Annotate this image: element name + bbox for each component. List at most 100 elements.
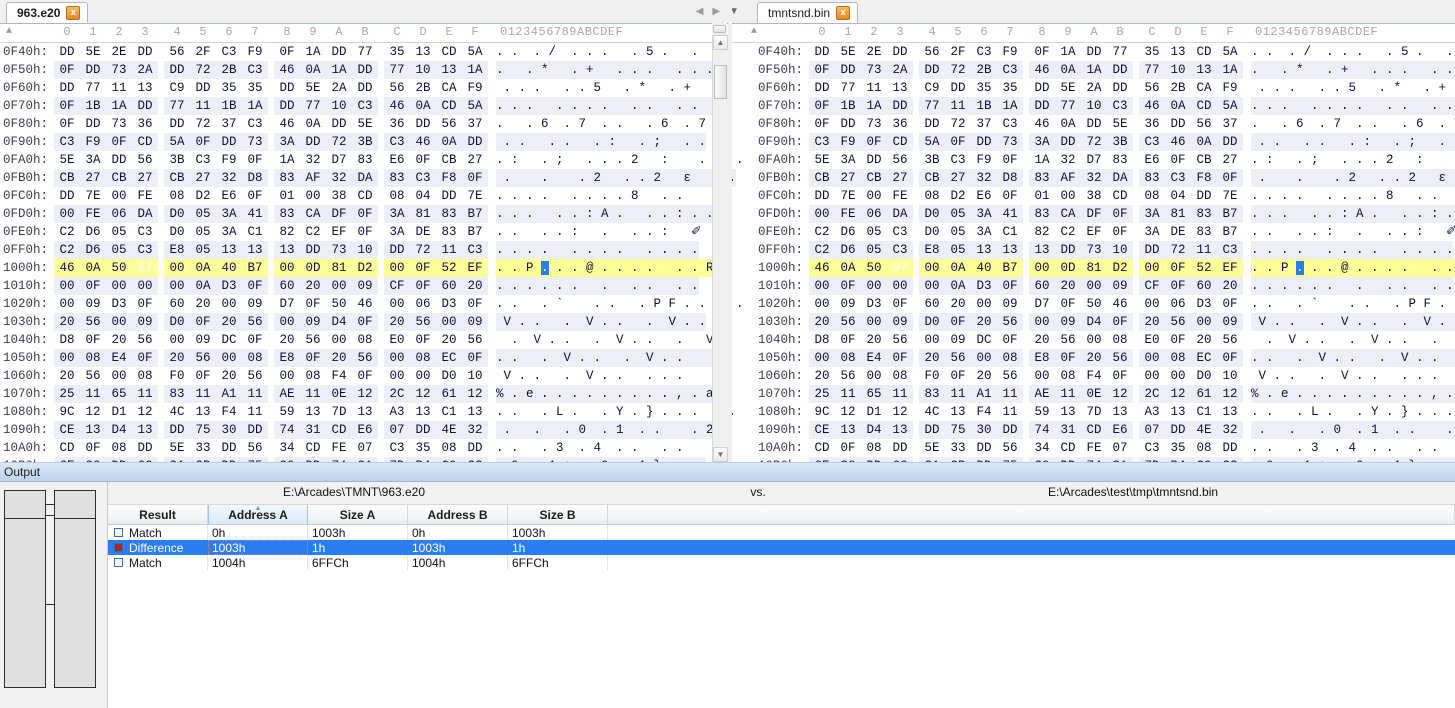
hex-byte[interactable]: B7 xyxy=(1217,205,1243,223)
hex-byte[interactable]: DD xyxy=(1139,241,1165,259)
hex-byte[interactable]: 35 xyxy=(384,43,410,61)
hex-byte[interactable]: 0F xyxy=(300,349,326,367)
hex-byte[interactable]: 46 xyxy=(1165,133,1191,151)
hex-byte[interactable]: 72 xyxy=(190,61,216,79)
hex-byte[interactable]: 50 xyxy=(861,259,887,277)
hex-byte[interactable]: 20 xyxy=(945,295,971,313)
hex-byte[interactable]: D4 xyxy=(326,313,352,331)
hex-byte[interactable]: EF xyxy=(326,223,352,241)
hex-byte[interactable]: 36 xyxy=(132,115,158,133)
hex-row[interactable]: 0F60h: DD 77 11 13 C9 DD 35 35 DD 5E 2A DD 56 2B CA F… xyxy=(0,79,745,97)
hex-byte[interactable]: 27 xyxy=(190,169,216,187)
hex-byte[interactable]: 08 xyxy=(436,439,462,457)
hex-byte[interactable]: C1 xyxy=(1191,403,1217,421)
hex-byte[interactable]: 13 xyxy=(887,79,913,97)
hex-byte[interactable]: 7D xyxy=(1081,403,1107,421)
ascii-cells[interactable]: . . . L . . Y . } . . . . xyxy=(496,403,736,421)
ascii-cells[interactable]: . . . V . . . V . . . xyxy=(1251,349,1455,367)
hex-byte[interactable]: A3 xyxy=(1139,403,1165,421)
hex-byte[interactable]: 75 xyxy=(945,421,971,439)
hex-byte[interactable]: 08 xyxy=(1191,439,1217,457)
hex-byte[interactable]: 35 xyxy=(971,79,997,97)
hex-byte[interactable]: D0 xyxy=(1191,367,1217,385)
hex-byte[interactable]: 0F xyxy=(1055,349,1081,367)
table-row[interactable]: Difference 1003h 1h 1003h 1h xyxy=(108,540,1455,555)
hex-rows-right[interactable]: 0F40h: DD 5E 2E DD 56 2F C3 F9 0F 1A DD 77 35 13 CD 5… xyxy=(745,43,1455,464)
ascii-cells[interactable]: . . . 0 . 1 . . . 2 xyxy=(1251,421,1455,439)
hex-byte[interactable]: EF xyxy=(462,259,488,277)
hex-row[interactable]: 0FF0h: C2 D6 05 C3 E8 05 13 13 13 DD 73 10 DD 72 11 C… xyxy=(0,241,745,259)
hex-byte[interactable]: D0 xyxy=(164,313,190,331)
hex-byte[interactable]: 00 xyxy=(410,367,436,385)
hex-byte[interactable]: 00 xyxy=(861,313,887,331)
hex-byte[interactable]: FE xyxy=(835,205,861,223)
hex-byte[interactable]: DA xyxy=(132,205,158,223)
hex-byte[interactable]: CB xyxy=(809,169,835,187)
hex-byte[interactable]: 0A xyxy=(1165,97,1191,115)
hex-byte[interactable]: 00 xyxy=(1165,367,1191,385)
hex-byte[interactable]: D4 xyxy=(1081,313,1107,331)
hex-byte[interactable]: F9 xyxy=(242,43,268,61)
hex-byte[interactable]: DD xyxy=(54,79,80,97)
hex-byte[interactable]: 56 xyxy=(242,439,268,457)
hex-byte[interactable]: 07 xyxy=(352,439,378,457)
hex-byte[interactable]: 0F xyxy=(887,349,913,367)
vertical-scrollbar-left[interactable]: ▲ ▼ xyxy=(712,35,728,462)
hex-byte[interactable]: 56 xyxy=(384,79,410,97)
hex-row[interactable]: 1060h: 20 56 00 08 F0 0F 20 56 00 08 F4 0F 00 00 D0 1… xyxy=(745,367,1455,385)
hex-byte[interactable]: 0F xyxy=(997,277,1023,295)
hex-byte[interactable]: 05 xyxy=(190,241,216,259)
hex-byte[interactable]: 56 xyxy=(80,367,106,385)
hex-byte[interactable]: 20 xyxy=(54,367,80,385)
hex-byte[interactable]: 32 xyxy=(1055,151,1081,169)
column-header-size-a[interactable]: Size A xyxy=(308,505,408,524)
hex-byte[interactable]: FE xyxy=(887,187,913,205)
hex-byte[interactable]: 46 xyxy=(1139,97,1165,115)
hex-byte[interactable]: C3 xyxy=(887,241,913,259)
hex-byte[interactable]: 73 xyxy=(326,241,352,259)
ascii-cells[interactable]: . . . / . . . . 5 . . xyxy=(496,43,699,61)
hex-byte[interactable]: 08 xyxy=(410,349,436,367)
hex-byte[interactable]: 4C xyxy=(919,403,945,421)
ascii-cells[interactable]: . . P . . . @ . . . . . . R xyxy=(496,259,714,277)
hex-row[interactable]: 1090h: CE 13 D4 13 DD 75 30 DD 74 31 CD E6 07 DD 4E 3… xyxy=(745,421,1455,439)
hex-byte[interactable]: 3A xyxy=(971,223,997,241)
ascii-cells[interactable]: . . . 2 . . 2 ɛ . . xyxy=(1251,169,1455,187)
hex-byte[interactable]: 0F xyxy=(132,295,158,313)
ascii-cells[interactable]: . . . / . . . . 5 . . xyxy=(1251,43,1454,61)
hex-row[interactable]: 0F90h: C3 F9 0F CD 5A 0F DD 73 3A DD 72 3B C3 46 0A D… xyxy=(0,133,745,151)
hex-byte[interactable]: 36 xyxy=(1139,115,1165,133)
hex-row[interactable]: 10A0h: CD 0F 08 DD 5E 33 DD 56 34 CD FE 07 C3 35 08 D… xyxy=(745,439,1455,457)
hex-byte[interactable]: 3A xyxy=(1139,223,1165,241)
hex-byte[interactable]: 2B xyxy=(971,61,997,79)
hex-byte[interactable]: 00 xyxy=(1139,349,1165,367)
hex-byte[interactable]: 00 xyxy=(274,313,300,331)
hex-byte[interactable]: C3 xyxy=(132,223,158,241)
hex-byte[interactable]: 05 xyxy=(861,241,887,259)
hex-byte[interactable]: CD xyxy=(887,133,913,151)
hex-byte[interactable]: DD xyxy=(54,43,80,61)
hex-byte[interactable]: 05 xyxy=(106,241,132,259)
hex-byte[interactable]: C3 xyxy=(242,61,268,79)
hex-byte[interactable]: D0 xyxy=(164,223,190,241)
hex-byte[interactable]: 0F xyxy=(462,169,488,187)
tab-963-e20[interactable]: 963.e20 x xyxy=(6,2,89,23)
hex-byte[interactable]: 0F xyxy=(1217,169,1243,187)
hex-byte[interactable]: DD xyxy=(352,61,378,79)
hex-byte[interactable]: 00 xyxy=(106,277,132,295)
ascii-cells[interactable]: % . e . . . . . . . . . , . a . xyxy=(496,385,729,403)
hex-byte[interactable]: 12 xyxy=(352,385,378,403)
hex-byte[interactable]: 00 xyxy=(971,295,997,313)
hex-byte[interactable]: 20 xyxy=(809,367,835,385)
hex-byte[interactable]: 0F xyxy=(997,331,1023,349)
hex-byte[interactable]: 13 xyxy=(887,421,913,439)
hex-byte[interactable]: 60 xyxy=(919,295,945,313)
hex-byte[interactable]: 08 xyxy=(242,349,268,367)
hex-byte[interactable]: 2B xyxy=(410,79,436,97)
hex-byte[interactable]: CB xyxy=(919,169,945,187)
hex-byte[interactable]: 10 xyxy=(1165,61,1191,79)
hex-byte[interactable]: E8 xyxy=(274,349,300,367)
hex-byte[interactable]: DA xyxy=(1107,169,1133,187)
hex-byte[interactable]: 13 xyxy=(132,421,158,439)
hex-byte[interactable]: 83 xyxy=(436,223,462,241)
